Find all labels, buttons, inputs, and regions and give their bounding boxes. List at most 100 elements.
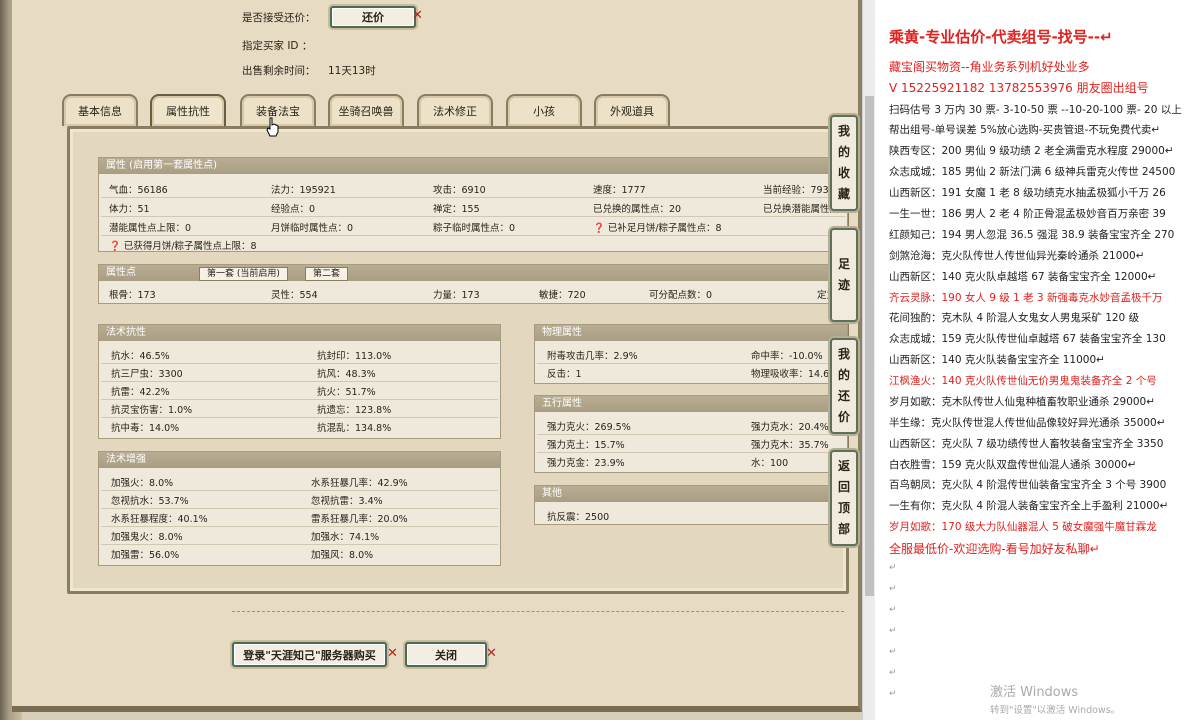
attr-hp: 气血：56186 (109, 185, 168, 196)
attr-exchanged-potential: 已兑换潜能属性点 (763, 204, 840, 215)
paragraph-mark: ↵ (889, 584, 897, 594)
other-header: 其他 (535, 486, 847, 502)
attributes-box: 属性 (启用第一套属性点) 气血：56186 法力：195921 攻击：6910… (98, 157, 848, 252)
paragraph-mark: ↵ (889, 668, 897, 678)
tab-attributes[interactable]: 属性抗性 (150, 94, 226, 126)
divider (537, 452, 845, 453)
resist-water: 抗水：46.5% (111, 351, 170, 362)
paragraph-mark: ↵ (889, 605, 897, 615)
five-vs-metal: 强力克金：23.9% (547, 458, 625, 469)
resist-thunder: 抗雷：42.2% (111, 387, 170, 398)
spell-enhance-header: 法术增强 (99, 452, 500, 468)
doc-line-1: 乘黄-专业估价-代卖组号-找号--↵ (889, 28, 1113, 46)
enhance-ghost-fire: 加强鬼火：8.0% (111, 532, 183, 543)
divider (101, 235, 845, 236)
tab-child[interactable]: 小孩 (506, 94, 582, 126)
tab-points-set-2[interactable]: 第二套 (305, 267, 349, 281)
counter-offer-button[interactable]: 还价 (330, 6, 416, 28)
enhance-wind: 加强风：8.0% (311, 550, 374, 561)
physical-absorb: 物理吸收率：14.6% (751, 369, 839, 380)
five-elements-box: 五行属性 强力克火：269.5% 强力克水：20.4% 强力克土：15.7% 强… (534, 395, 848, 473)
doc-line-2: 藏宝阁买物资--角业务系列机好处业多 (889, 60, 1090, 74)
divider (101, 508, 498, 509)
enhance-thunder-crit-rate: 雷系狂暴几率：20.0% (311, 514, 408, 525)
point-agility: 敏捷：720 (539, 290, 586, 301)
my-favorites-button[interactable]: 我 的 收 藏 (830, 115, 858, 211)
tab-appearance[interactable]: 外观道具 (594, 94, 670, 126)
sale-info: 是否接受还价： 还价 ✕ 指定买家 ID ： 出售剩余时间： 11天13时 (242, 6, 642, 86)
login-server-buy-button[interactable]: 登录"天涯知己"服务器购买 (232, 642, 387, 667)
doc-line-10: 红颜知己：194 男人忽混 36.5 强混 38.9 装备宝宝齐全 270 (889, 229, 1175, 241)
divider (537, 434, 845, 435)
tab-points-set-1[interactable]: 第一套 (当前启用) (199, 267, 288, 281)
point-unassigned: 可分配点数：0 (649, 290, 713, 301)
vertical-scrollbar[interactable] (862, 0, 875, 720)
scrollbar-thumb[interactable] (865, 96, 874, 596)
doc-line-24: 岁月如歌：170 级大力队仙器混人 5 破女魔强牛魔甘霖龙 (889, 521, 1157, 533)
point-spirit: 灵性：554 (271, 290, 318, 301)
doc-line-11: 剑煞沧海：克火队传世人传世仙异光秦岭通杀 21000↵ (889, 250, 1145, 262)
attr-mp: 法力：195921 (271, 185, 336, 196)
enhance-water-crit-degree: 水系狂暴程度：40.1% (111, 514, 208, 525)
tab-mounts-pets[interactable]: 坐骑召唤兽 (328, 94, 404, 126)
divider (101, 363, 498, 364)
doc-line-3: V 15225921182 13782553976 朋友圈出组号 (889, 81, 1149, 95)
point-constitution: 根骨：173 (109, 290, 156, 301)
doc-line-6: 陕西专区：200 男仙 9 级功绩 2 老全满雷克水程度 29000↵ (889, 145, 1174, 157)
activate-windows-watermark: 激活 Windows 转到"设置"以激活 Windows。 (990, 681, 1120, 716)
my-offers-button[interactable]: 我 的 还 价 (830, 338, 858, 434)
enhance-thunder: 加强雷：56.0% (111, 550, 180, 561)
doc-line-22: 百鸟朝凤：克火队 4 阶混传世仙装备宝宝齐全 3 个号 3900 (889, 479, 1167, 491)
points-box: 属性点 第一套 (当前启用) 第二套 根骨：173 灵性：554 力量：173 … (98, 264, 852, 304)
attr-obtained-cap: ❓ 已获得月饼/粽子属性点上限：8 (109, 241, 257, 252)
resist-chaos: 抗混乱：134.8% (317, 423, 392, 434)
resist-wind: 抗风：48.3% (317, 369, 376, 380)
doc-line-18: 岁月如歌：克木队传世人仙鬼种植畜牧职业通杀 29000↵ (889, 396, 1156, 408)
doc-line-21: 白衣胜雪：159 克火队双盘传世仙混人通杀 30000↵ (889, 459, 1137, 471)
doc-line-25: 全服最低价-欢迎选购-看号加好友私聊↵ (889, 542, 1100, 556)
doc-line-20: 山西新区：克火队 7 级功绩传世人畜牧装备宝宝齐全 3350 (889, 438, 1164, 450)
footprints-button[interactable]: 足 迹 (830, 228, 858, 322)
spell-enhance-box: 法术增强 加强火：8.0% 水系狂暴几率：42.9% 忽视抗水：53.7% 忽视… (98, 451, 501, 566)
counter-close-icon[interactable]: ✕ (412, 8, 423, 23)
divider (101, 197, 845, 198)
other-anti-shock: 抗反震：2500 (547, 512, 610, 523)
five-vs-fire: 强力克火：269.5% (547, 422, 631, 433)
doc-line-5: 帮出组号-单号误差 5%放心选购-买贵管退-不玩免费代卖↵ (889, 124, 1161, 136)
attr-meditation: 禅定：155 (433, 204, 480, 215)
doc-line-23: 一生有你：克火队 4 阶混人装备宝宝齐全上手盈利 21000↵ (889, 500, 1169, 512)
resist-fire: 抗火：51.7% (317, 387, 376, 398)
close-button[interactable]: 关闭 (405, 642, 487, 667)
back-to-top-button[interactable]: 返 回 顶 部 (830, 450, 858, 546)
tab-spell-mods[interactable]: 法术修正 (417, 94, 493, 126)
divider (537, 363, 845, 364)
ad-document-pane: 乘黄-专业估价-代卖组号-找号--↵ 藏宝阁买物资--角业务系列机好处业多 V … (875, 0, 1188, 720)
paragraph-mark: ↵ (889, 647, 897, 657)
physical-poison-rate: 附毒攻击几率：2.9% (547, 351, 638, 362)
physical-header: 物理属性 (535, 325, 847, 341)
doc-line-4: 扫码估号 3 万内 30 票- 3-10-50 票 --10-20-100 票-… (889, 104, 1182, 116)
divider (101, 399, 498, 400)
watermark-subtitle: 转到"设置"以激活 Windows。 (990, 705, 1121, 716)
attr-exp-points: 经验点：0 (271, 204, 316, 215)
login-close-icon[interactable]: ✕ (387, 646, 398, 661)
enhance-ignore-thunder: 忽视抗雷：3.4% (311, 496, 383, 507)
bottom-divider (232, 611, 844, 612)
tab-basic-info[interactable]: 基本信息 (62, 94, 138, 126)
paragraph-mark: ↵ (889, 563, 897, 573)
doc-line-7: 众志成城：185 男仙 2 新法门满 6 级神兵雷克火传世 24500 (889, 166, 1176, 178)
attributes-header: 属性 (启用第一套属性点) (99, 158, 847, 174)
hand-cursor-icon (266, 117, 279, 137)
divider (101, 526, 498, 527)
physical-hit-rate: 命中率：-10.0% (751, 351, 823, 362)
five-elements-header: 五行属性 (535, 396, 847, 412)
attr-zongzi-temp: 粽子临时属性点：0 (433, 223, 516, 234)
close-x-icon[interactable]: ✕ (486, 646, 497, 661)
doc-line-17: 江枫渔火：140 克火队传世仙无价男鬼鬼装备齐全 2 个号 (889, 375, 1157, 387)
divider (101, 544, 498, 545)
attributes-panel: 属性 (启用第一套属性点) 气血：56186 法力：195921 攻击：6910… (67, 126, 852, 594)
attr-exchanged: 已兑换的属性点：20 (593, 204, 682, 215)
five-vs-earth: 强力克土：15.7% (547, 440, 625, 451)
five-water: 水：100 (751, 458, 789, 469)
physical-counter: 反击：1 (547, 369, 582, 380)
